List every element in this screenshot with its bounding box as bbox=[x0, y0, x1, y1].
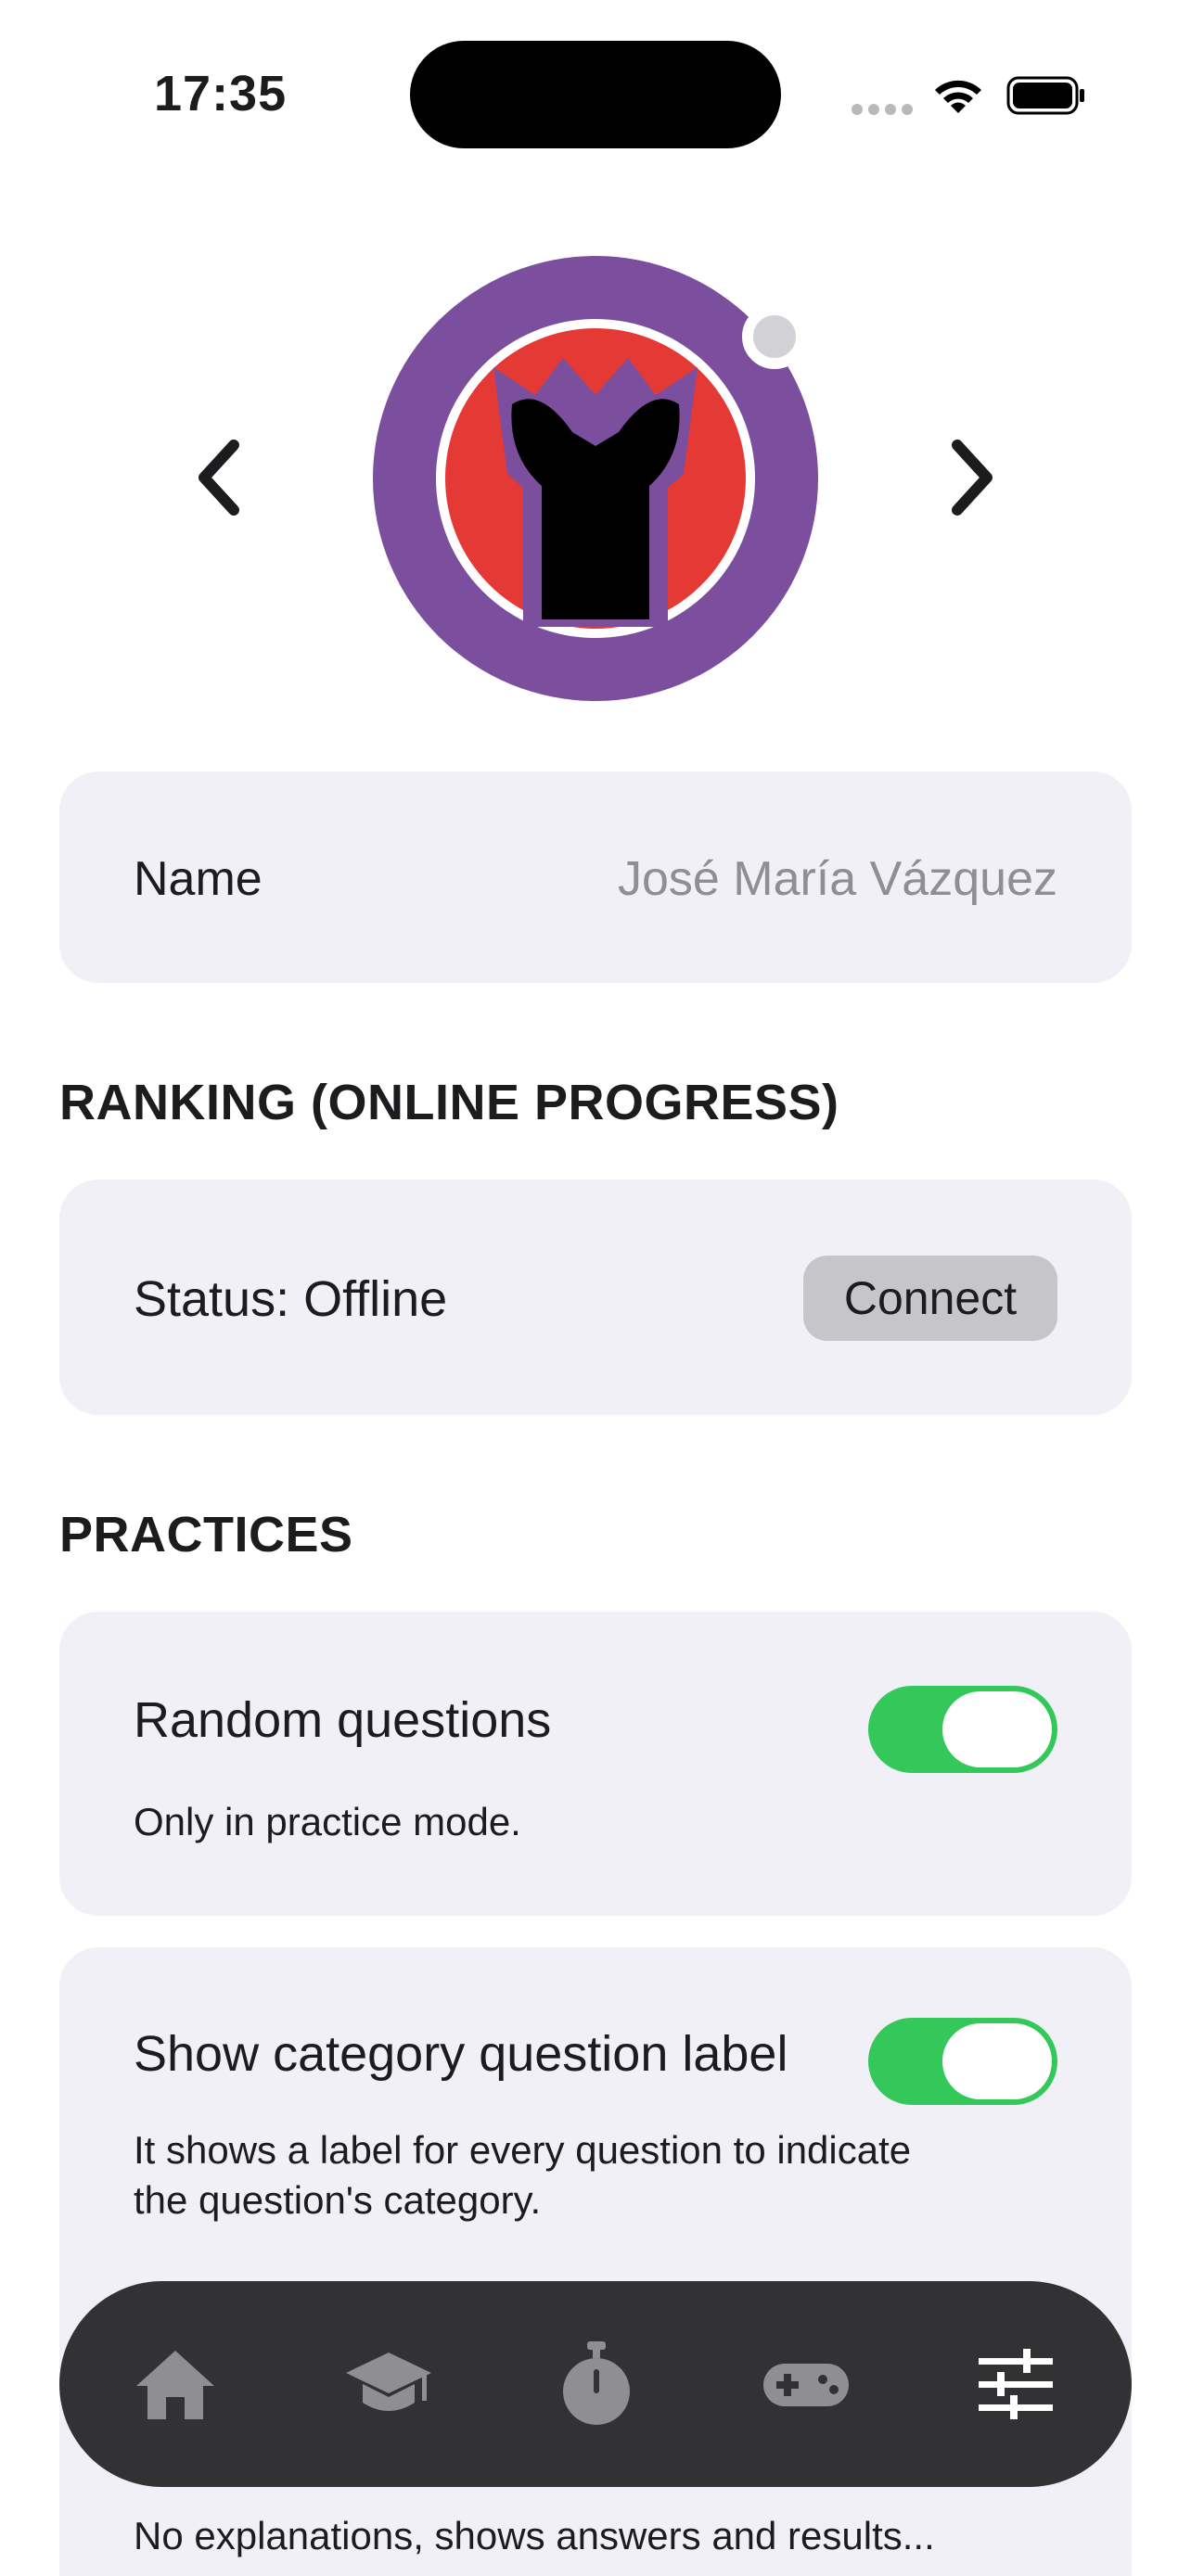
tab-game[interactable] bbox=[755, 2333, 857, 2435]
ranking-status-card: Status: Offline Connect bbox=[59, 1180, 1132, 1415]
category-label-title: Show category question label bbox=[134, 2026, 788, 2082]
previous-avatar-button[interactable] bbox=[186, 436, 260, 519]
name-label: Name bbox=[134, 852, 263, 906]
category-label-description: It shows a label for every question to i… bbox=[134, 2128, 912, 2222]
tab-home[interactable] bbox=[124, 2333, 226, 2435]
gamepad-icon bbox=[763, 2364, 849, 2406]
dynamic-island bbox=[410, 41, 781, 148]
practices-section-title: PRACTICES bbox=[59, 1507, 353, 1562]
tab-bar bbox=[59, 2281, 1132, 2487]
chevron-left-icon bbox=[198, 440, 239, 516]
avatar-status-dot bbox=[742, 304, 807, 369]
connection-status-text: Status: Offline bbox=[134, 1271, 448, 1327]
name-value[interactable]: José María Vázquez bbox=[618, 851, 1057, 907]
random-questions-toggle[interactable] bbox=[868, 1686, 1057, 1773]
home-icon bbox=[136, 2351, 214, 2419]
random-questions-title: Random questions bbox=[134, 1692, 552, 1748]
graduation-cap-icon bbox=[346, 2353, 431, 2411]
next-avatar-button[interactable] bbox=[931, 436, 1005, 519]
wifi-icon bbox=[935, 80, 981, 113]
stopwatch-icon bbox=[563, 2341, 630, 2425]
sliders-icon bbox=[979, 2349, 1053, 2419]
ranking-section-title: RANKING (ONLINE PROGRESS) bbox=[59, 1075, 839, 1130]
random-questions-description: Only in practice mode. bbox=[134, 1800, 521, 1843]
chevron-right-icon bbox=[952, 440, 992, 516]
category-label-toggle[interactable] bbox=[868, 2018, 1057, 2105]
random-questions-card: Random questions Only in practice mode. bbox=[59, 1612, 1132, 1916]
battery-icon bbox=[1006, 76, 1084, 115]
status-time: 17:35 bbox=[154, 66, 288, 121]
status-bar: 17:35 bbox=[0, 0, 1191, 185]
tab-timer[interactable] bbox=[545, 2333, 647, 2435]
tab-settings[interactable] bbox=[965, 2333, 1067, 2435]
name-row[interactable]: Name José María Vázquez bbox=[59, 772, 1132, 983]
partial-option-description: No explanations, shows answers and resul… bbox=[134, 2514, 935, 2557]
cellular-signal-icon bbox=[852, 104, 913, 115]
tab-learn[interactable] bbox=[338, 2333, 440, 2435]
category-label-card: Show category question label It shows a … bbox=[59, 1947, 1132, 2300]
connect-button[interactable]: Connect bbox=[803, 1256, 1057, 1341]
